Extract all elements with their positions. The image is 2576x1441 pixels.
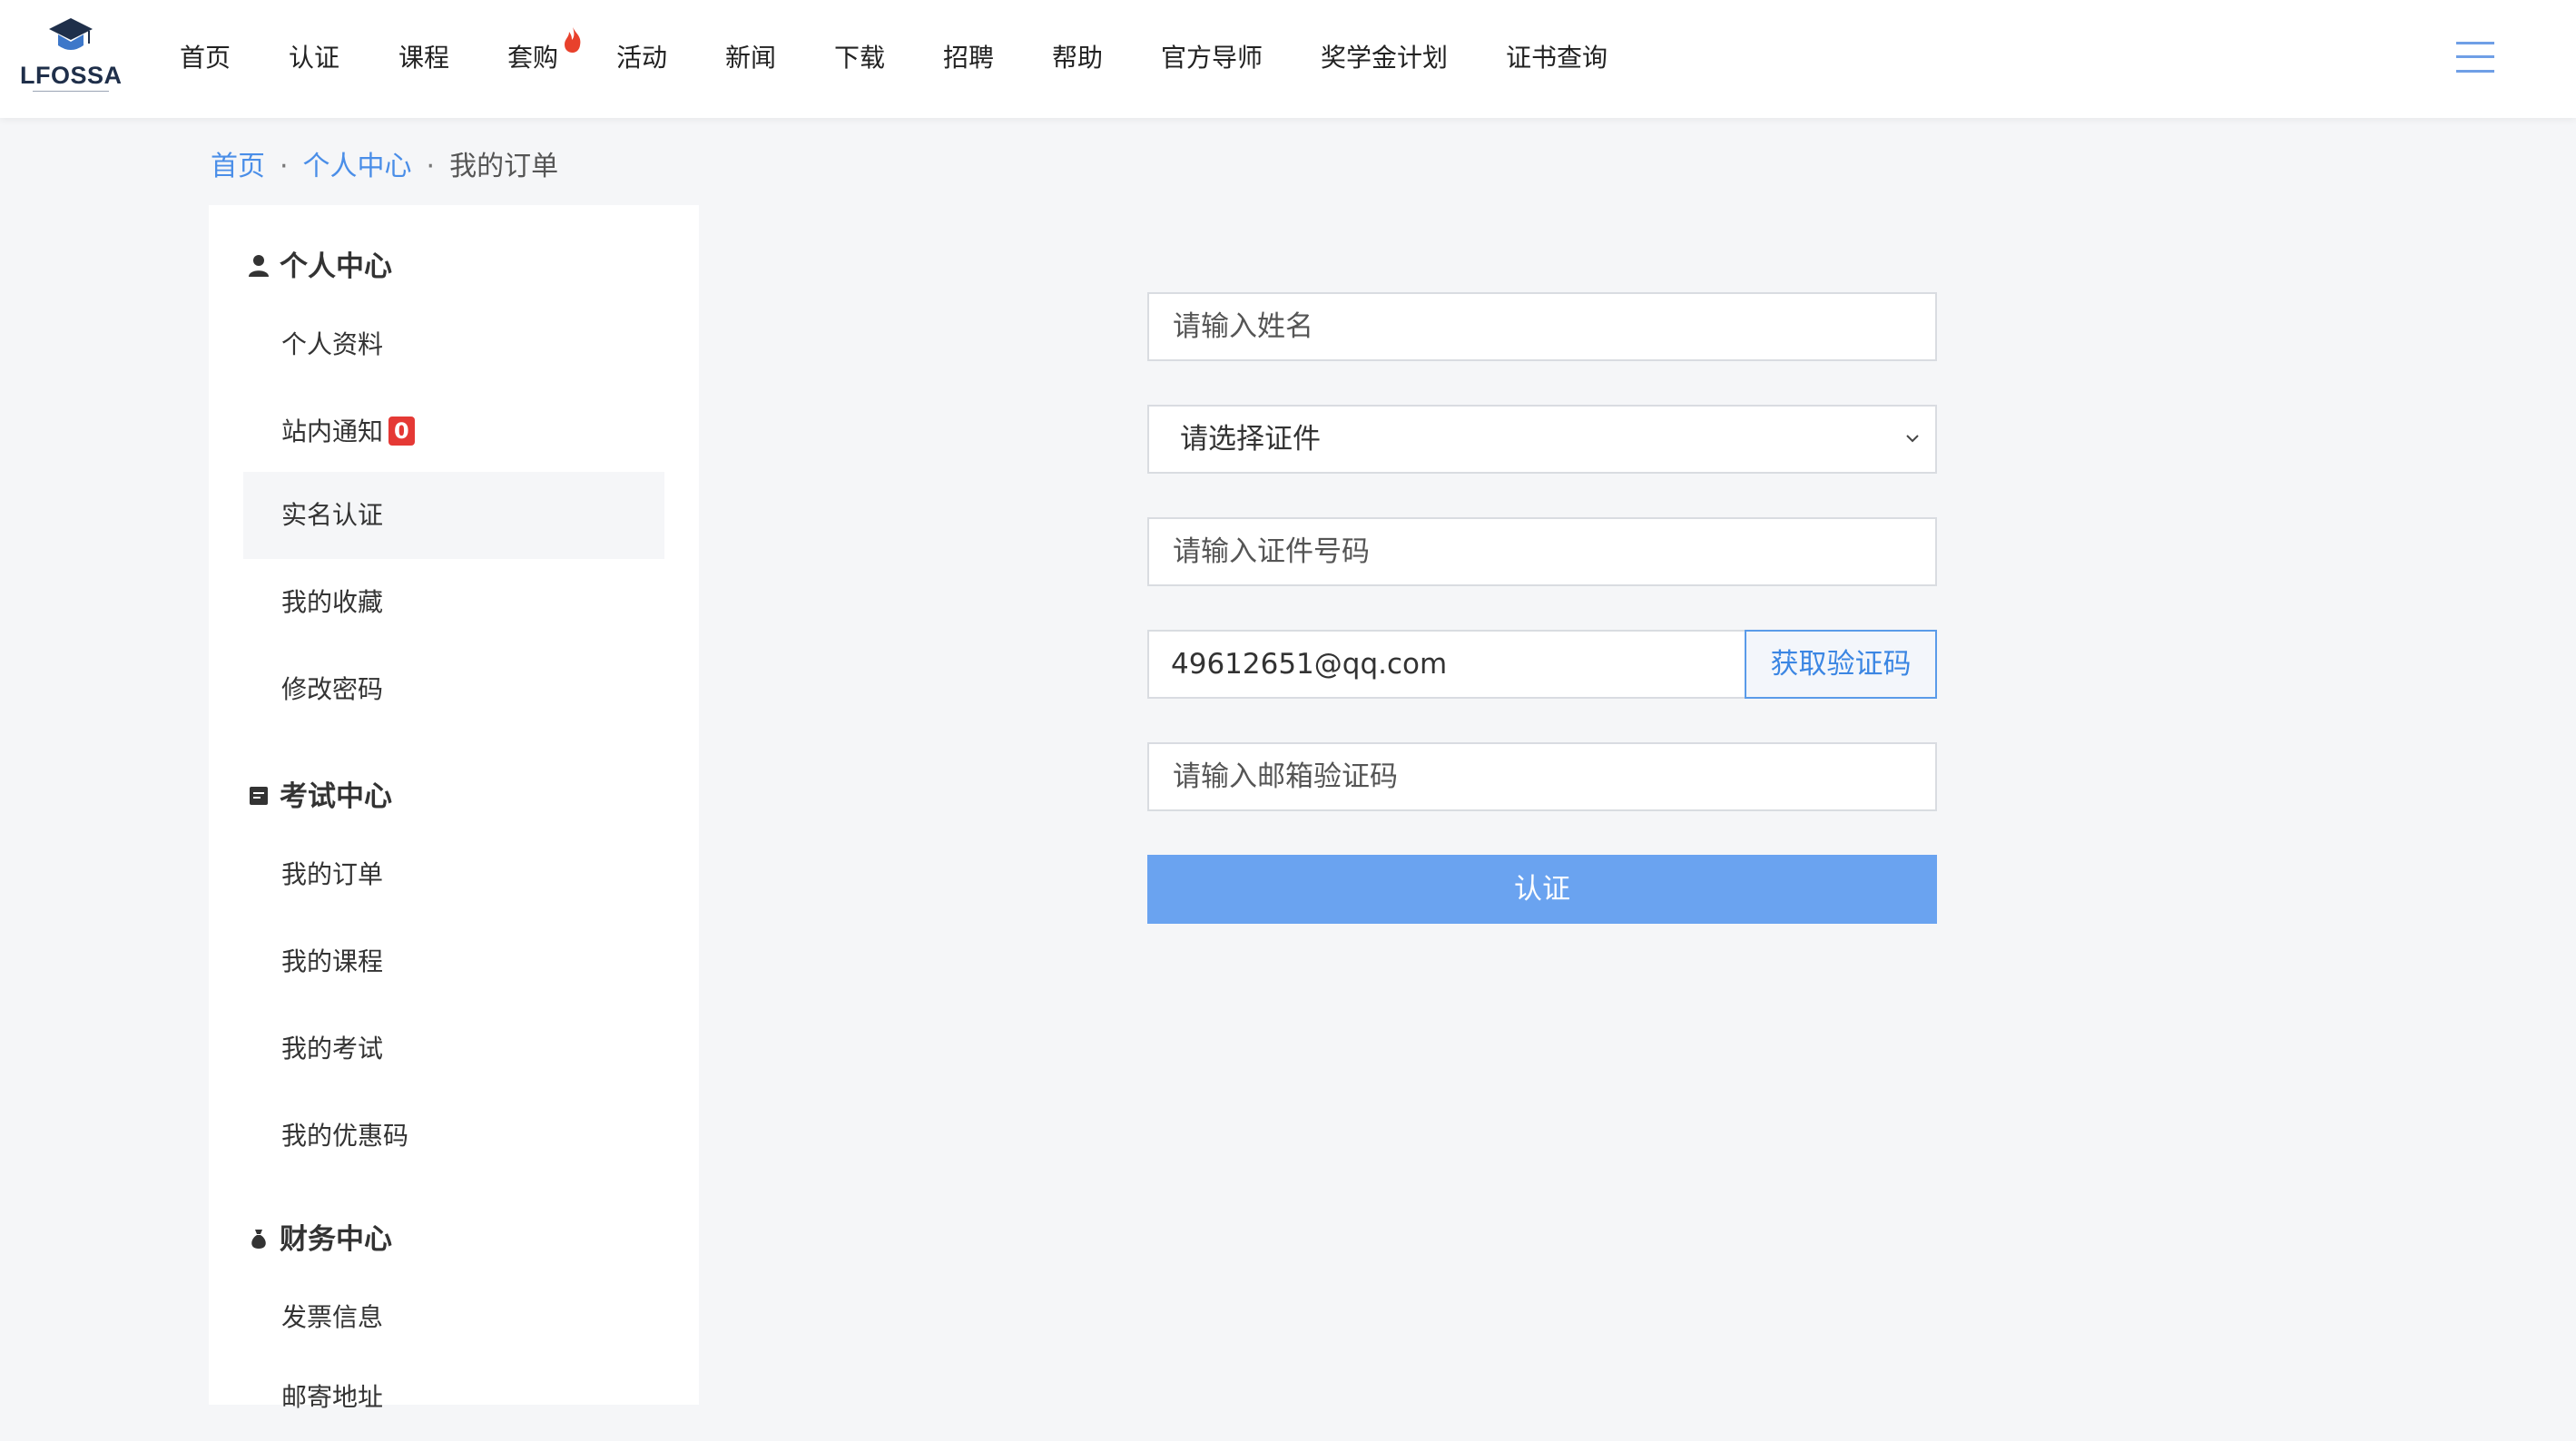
breadcrumb-home[interactable]: 首页	[211, 151, 265, 182]
sidebar-item-my-courses[interactable]: 我的课程	[243, 918, 664, 1005]
notification-count-badge: 0	[388, 417, 415, 446]
user-icon	[249, 255, 269, 277]
sidebar-item-label: 我的考试	[281, 1034, 384, 1064]
section-exam-center: 考试中心	[247, 773, 392, 814]
section-personal-center: 个人中心	[247, 243, 392, 284]
breadcrumb: 首页 · 个人中心 · 我的订单	[211, 143, 558, 183]
nav-certificate-query[interactable]: 证书查询	[1506, 38, 1608, 74]
sidebar-item-label: 实名认证	[281, 500, 384, 530]
section-title: 财务中心	[280, 1223, 392, 1256]
breadcrumb-personal-center[interactable]: 个人中心	[303, 151, 412, 182]
nav-courses[interactable]: 课程	[398, 38, 449, 74]
sidebar-item-invoice-info[interactable]: 发票信息	[243, 1274, 664, 1361]
sidebar-item-label: 站内通知	[281, 417, 384, 446]
sidebar-item-my-orders[interactable]: 我的订单	[243, 831, 664, 918]
get-verification-code-button[interactable]: 获取验证码	[1745, 630, 1937, 699]
id-number-input[interactable]: 请输入证件号码	[1147, 517, 1937, 586]
nav-home[interactable]: 首页	[180, 38, 231, 74]
email-row: 49612651@qq.com 获取验证码	[1147, 630, 1937, 699]
sidebar-item-verification[interactable]: 实名认证	[243, 472, 664, 559]
sidebar-item-change-password[interactable]: 修改密码	[243, 646, 664, 733]
sidebar-item-label: 我的收藏	[281, 587, 384, 617]
chevron-down-icon	[1906, 435, 1919, 443]
id-type-selected-value: 请选择证件	[1180, 423, 1321, 456]
site-logo[interactable]: LFOSSA	[20, 16, 122, 100]
nav-scholarship[interactable]: 奖学金计划	[1321, 38, 1448, 74]
section-finance-center: 财务中心	[247, 1216, 392, 1257]
nav-events[interactable]: 活动	[616, 38, 667, 74]
sidebar-item-notifications[interactable]: 站内通知 0	[243, 388, 664, 475]
sidebar-item-favorites[interactable]: 我的收藏	[243, 559, 664, 646]
sidebar-item-label: 我的订单	[281, 859, 384, 889]
submit-verification-button[interactable]: 认证	[1147, 855, 1937, 924]
sidebar-item-profile[interactable]: 个人资料	[243, 301, 664, 388]
section-title: 个人中心	[280, 250, 392, 283]
sidebar-item-label: 我的优惠码	[281, 1121, 409, 1151]
section-title: 考试中心	[280, 780, 392, 813]
sidebar-item-label: 发票信息	[281, 1302, 384, 1332]
nav-jobs[interactable]: 招聘	[943, 38, 994, 74]
sidebar-item-mailing-address[interactable]: 邮寄地址	[243, 1354, 664, 1441]
sidebar-item-label: 修改密码	[281, 674, 384, 704]
logo-text: LFOSSA	[20, 62, 123, 89]
exam-icon	[250, 787, 268, 805]
nav-certification[interactable]: 认证	[289, 38, 339, 74]
name-input[interactable]: 请输入姓名	[1147, 292, 1937, 361]
nav-bundles[interactable]: 套购	[507, 38, 558, 74]
breadcrumb-separator: ·	[426, 151, 436, 182]
nav-news[interactable]: 新闻	[725, 38, 776, 74]
graduation-cap-icon	[49, 18, 93, 50]
sidebar: 个人中心 个人资料 站内通知 0 实名认证 我的收藏 修改密码 考试中心 我的订单…	[209, 205, 699, 1412]
top-navbar: LFOSSA 首页 认证 课程 套购 活动 新闻 下载 招聘 帮助 官方导师 奖…	[0, 0, 2576, 118]
breadcrumb-separator: ·	[280, 151, 289, 182]
sidebar-item-label: 个人资料	[281, 329, 384, 359]
logo-underline	[33, 91, 109, 94]
sidebar-item-label: 邮寄地址	[281, 1382, 384, 1412]
nav-help[interactable]: 帮助	[1052, 38, 1103, 74]
sidebar-item-my-exams[interactable]: 我的考试	[243, 1005, 664, 1093]
sidebar-item-label: 我的课程	[281, 946, 384, 976]
money-bag-icon	[251, 1230, 266, 1249]
breadcrumb-current: 我的订单	[449, 151, 559, 182]
nav-downloads[interactable]: 下载	[834, 38, 885, 74]
id-type-select[interactable]: 请选择证件	[1147, 405, 1937, 474]
hamburger-menu-icon[interactable]	[2456, 42, 2494, 73]
flame-icon	[565, 27, 581, 53]
sidebar-item-my-coupons[interactable]: 我的优惠码	[243, 1093, 664, 1180]
email-code-input[interactable]: 请输入邮箱验证码	[1147, 742, 1937, 811]
nav-official-tutors[interactable]: 官方导师	[1161, 38, 1263, 74]
email-input[interactable]: 49612651@qq.com	[1147, 630, 1746, 699]
